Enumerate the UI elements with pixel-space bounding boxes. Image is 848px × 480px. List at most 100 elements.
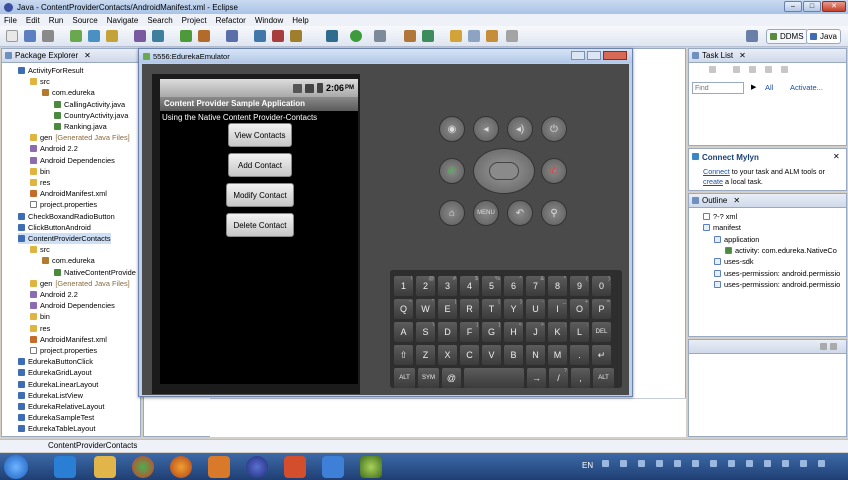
activate-link[interactable]: Activate... <box>790 83 823 92</box>
key-z[interactable]: Z <box>416 345 435 365</box>
pencil-icon[interactable] <box>486 30 498 42</box>
tree-item[interactable]: NativeContentProvide <box>54 267 136 278</box>
space-key[interactable] <box>464 368 524 388</box>
power-icon[interactable]: ⏻ <box>541 116 567 142</box>
key-u[interactable]: U- <box>526 299 545 319</box>
outline-item[interactable]: application <box>714 234 759 245</box>
key-del[interactable]: DEL <box>592 322 611 342</box>
tree-item[interactable]: ContentProviderContacts <box>18 233 111 244</box>
skip-breakpoints-icon[interactable] <box>272 30 284 42</box>
key-o[interactable]: O + <box>570 299 589 319</box>
tree-item[interactable]: project.properties <box>30 199 97 210</box>
key-t[interactable]: T{ <box>482 299 501 319</box>
key-n[interactable]: N <box>526 345 545 365</box>
key-q[interactable]: Q ~ <box>394 299 413 319</box>
close-button[interactable]: ✕ <box>822 1 846 12</box>
emulator-minimize-button[interactable] <box>571 51 585 60</box>
key-b[interactable]: B <box>504 345 523 365</box>
tray-icon-12[interactable] <box>800 460 807 467</box>
key-r[interactable]: R ` <box>460 299 479 319</box>
menu-help[interactable]: Help <box>292 16 308 25</box>
outline-tab[interactable]: Outline ✕ <box>689 194 846 208</box>
dpad-center[interactable] <box>489 162 519 180</box>
filter-icon[interactable] <box>749 66 756 73</box>
key-4[interactable]: 4 $ <box>460 276 479 296</box>
connect-link[interactable]: Connect <box>703 167 730 176</box>
back-icon[interactable] <box>506 30 518 42</box>
tree-item[interactable]: Android 2.2 <box>30 143 78 154</box>
key-symbol[interactable]: ↵ <box>592 345 611 365</box>
camera-button-icon[interactable]: ◉ <box>439 116 465 142</box>
key-f[interactable]: F[ <box>460 322 479 342</box>
key-symbol[interactable]: @ <box>442 368 461 388</box>
key-9[interactable]: 9( <box>570 276 589 296</box>
home-icon[interactable]: ⌂ <box>439 200 465 226</box>
new-icon[interactable] <box>6 30 18 42</box>
tray-icon-9[interactable] <box>746 460 753 467</box>
tree-item[interactable]: CallingActivity.java <box>54 99 125 110</box>
menu-project[interactable]: Project <box>182 16 207 25</box>
maximize-button[interactable]: □ <box>803 1 821 12</box>
key-0[interactable]: 0) <box>592 276 611 296</box>
tray-icon-2[interactable] <box>620 460 627 467</box>
external-tools-icon[interactable] <box>254 30 266 42</box>
key-sym[interactable]: SYM <box>418 368 439 388</box>
menu-edit[interactable]: Edit <box>26 16 40 25</box>
tray-icon-6[interactable] <box>692 460 699 467</box>
menu-source[interactable]: Source <box>72 16 97 25</box>
open-resource-icon[interactable] <box>198 30 210 42</box>
tray-icon-4[interactable] <box>656 460 663 467</box>
tray-icon-11[interactable] <box>782 460 789 467</box>
tools-icon[interactable] <box>374 30 386 42</box>
close-view-icon[interactable]: ✕ <box>84 51 91 60</box>
tray-icon-5[interactable] <box>674 460 681 467</box>
key-i[interactable]: I _ <box>548 299 567 319</box>
close-outline-icon[interactable]: ✕ <box>733 196 740 205</box>
menu-window[interactable]: Window <box>255 16 283 25</box>
tray-icon-7[interactable] <box>710 460 717 467</box>
call-icon[interactable]: ✆ <box>439 158 465 184</box>
ie-icon[interactable] <box>54 456 76 478</box>
tree-item[interactable]: res <box>30 177 50 188</box>
delete-contact-button[interactable]: Delete Contact <box>226 213 294 237</box>
key-alt[interactable]: ALT <box>394 368 415 388</box>
tree-item[interactable]: EdurekaListView <box>18 390 83 401</box>
key-h[interactable]: H < <box>504 322 523 342</box>
tree-item[interactable]: AndroidManifest.xml <box>30 334 107 345</box>
lint-icon[interactable] <box>106 30 118 42</box>
tree-item[interactable]: Android Dependencies <box>30 155 115 166</box>
new-class-icon[interactable] <box>226 30 238 42</box>
tree-item[interactable]: src <box>30 76 50 87</box>
key-k[interactable]: K; <box>548 322 567 342</box>
open-type-icon[interactable] <box>404 30 416 42</box>
key-2[interactable]: 2 @ <box>416 276 435 296</box>
new-xml-icon[interactable] <box>152 30 164 42</box>
menu-file[interactable]: File <box>4 16 17 25</box>
outline-item[interactable]: uses-permission: android.permissio <box>714 268 840 279</box>
key-d[interactable]: D <box>438 322 457 342</box>
key-alt[interactable]: ALT <box>593 368 614 388</box>
outline-item[interactable]: uses-permission: android.permissio <box>714 279 840 290</box>
tree-item[interactable]: EdurekaSampleTest <box>18 412 94 423</box>
perspective-ddms[interactable]: DDMS <box>766 29 808 44</box>
key-g[interactable]: G] <box>482 322 501 342</box>
create-link[interactable]: create <box>703 177 723 186</box>
task-list-tab[interactable]: Task List ✕ <box>689 49 846 63</box>
tree-item[interactable]: Android Dependencies <box>30 300 115 311</box>
tray-icon-10[interactable] <box>764 460 771 467</box>
key-e[interactable]: E | <box>438 299 457 319</box>
tree-item[interactable]: gen [Generated Java Files] <box>30 278 130 289</box>
emulator-close-button[interactable] <box>603 51 627 60</box>
tree-item[interactable]: CheckBoxandRadioButton <box>18 211 115 222</box>
key-6[interactable]: 6 ^ <box>504 276 523 296</box>
menu-search[interactable]: Search <box>147 16 172 25</box>
tree-item[interactable]: ClickButtonAndroid <box>18 222 91 233</box>
minimize-button[interactable]: – <box>784 1 802 12</box>
add-contact-button[interactable]: Add Contact <box>228 153 292 177</box>
key-a[interactable]: A <box>394 322 413 342</box>
coverage-icon[interactable] <box>290 30 302 42</box>
key-x[interactable]: X <box>438 345 457 365</box>
volume-down-icon[interactable]: ◂ <box>473 116 499 142</box>
chrome-icon[interactable] <box>132 456 154 478</box>
emulator-maximize-button[interactable] <box>587 51 601 60</box>
